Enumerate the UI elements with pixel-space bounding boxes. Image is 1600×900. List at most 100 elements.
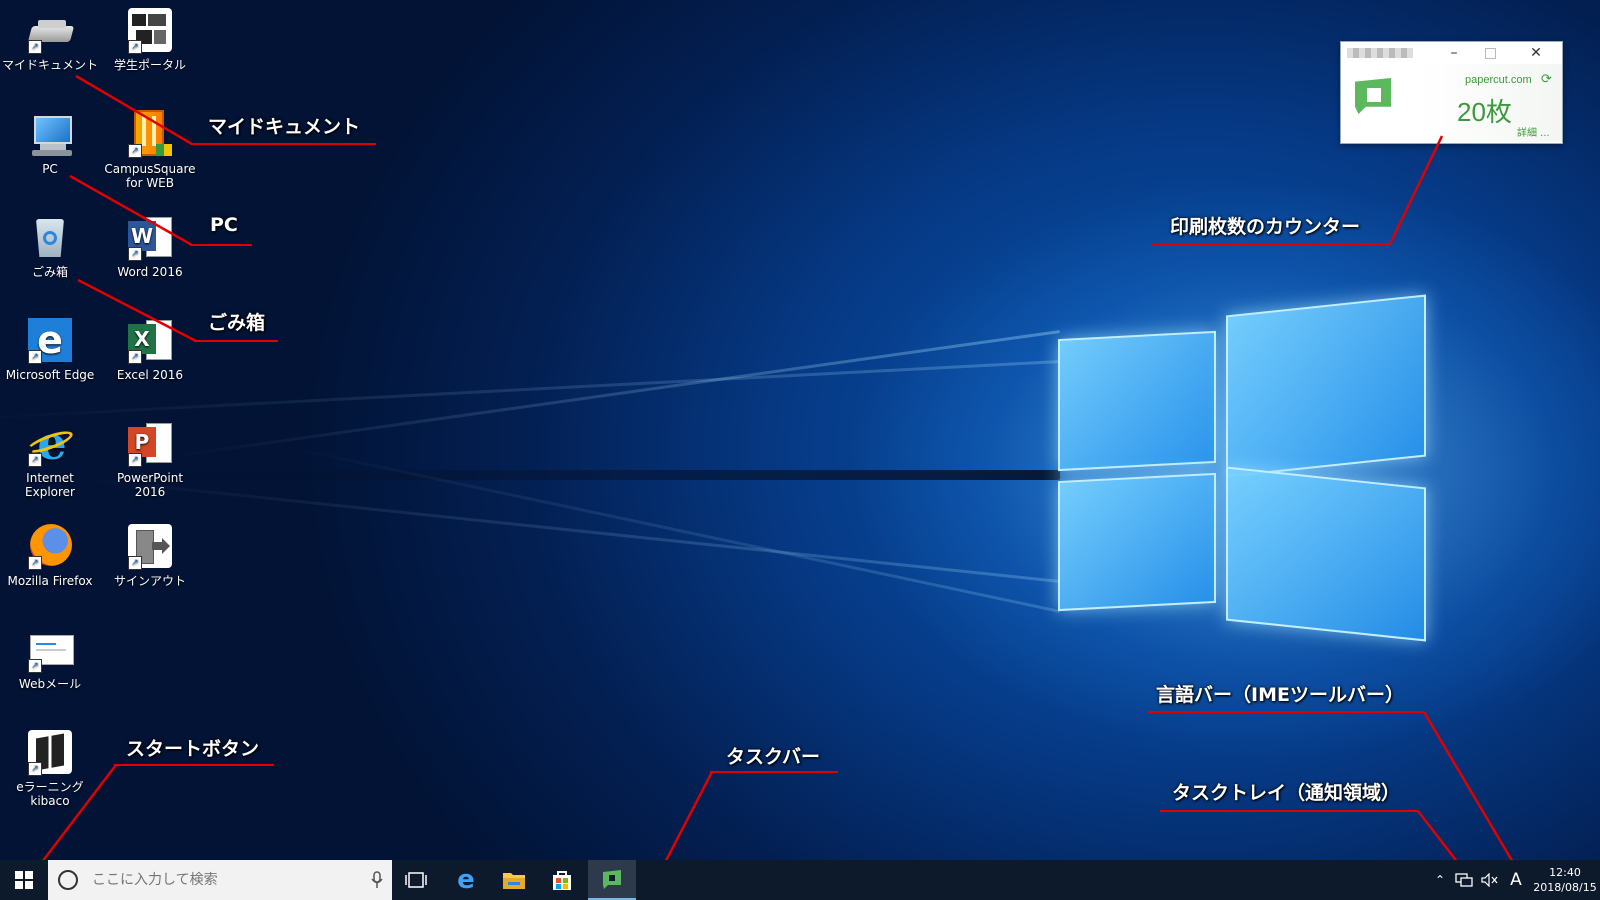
close-icon[interactable]: ✕ bbox=[1521, 42, 1551, 64]
desktop-icon-label: ごみ箱 bbox=[31, 265, 68, 279]
network-icon bbox=[1455, 873, 1473, 887]
desktop-icon-label: 学生ポータル bbox=[113, 58, 186, 72]
campussquare-icon: ↗ bbox=[126, 110, 174, 158]
drive-icon: ↗ bbox=[26, 6, 75, 54]
ime-mode-indicator[interactable]: A bbox=[1504, 860, 1528, 900]
papercut-titlebar: – ✕ bbox=[1341, 42, 1562, 64]
task-view-icon bbox=[405, 872, 427, 888]
annotation-recycle-bin: ごみ箱 bbox=[208, 312, 266, 334]
kibaco-icon: ↗ bbox=[26, 728, 74, 776]
clock-time: 12:40 bbox=[1549, 866, 1581, 879]
papercut-logo-inner bbox=[1367, 88, 1381, 102]
annotation-underline bbox=[190, 244, 252, 246]
word-icon: W ↗ bbox=[126, 213, 174, 261]
light-beam bbox=[168, 330, 1061, 459]
taskbar-papercut-button[interactable] bbox=[588, 860, 636, 900]
network-tray-button[interactable] bbox=[1452, 860, 1476, 900]
desktop-icon-label: マイドキュメント bbox=[1, 58, 98, 72]
desktop-icon-label: Webメール bbox=[18, 677, 82, 691]
papercut-page-count: 20枚 bbox=[1457, 97, 1512, 127]
clock-date: 2018/08/15 bbox=[1533, 881, 1597, 894]
desktop-icon-word[interactable]: W ↗ Word 2016 bbox=[100, 213, 200, 279]
desktop-icon-student-portal[interactable]: ↗ 学生ポータル bbox=[100, 6, 200, 72]
taskbar-edge-button[interactable]: e bbox=[442, 860, 490, 900]
windows-logo-pane bbox=[1226, 466, 1426, 642]
volume-tray-button[interactable] bbox=[1478, 860, 1502, 900]
desktop-icon-label: Internet Explorer bbox=[25, 471, 75, 499]
annotation-start-button: スタートボタン bbox=[126, 738, 260, 760]
desktop-icon-label: Excel 2016 bbox=[116, 368, 184, 382]
microphone-icon[interactable] bbox=[370, 871, 384, 889]
annotation-underline bbox=[710, 771, 838, 773]
firefox-icon: ↗ bbox=[26, 522, 74, 570]
taskbar-file-explorer-button[interactable] bbox=[490, 860, 538, 900]
internet-explorer-icon: e ↗ bbox=[25, 419, 75, 467]
annotation-underline bbox=[190, 143, 376, 145]
chevron-up-icon: ⌃ bbox=[1434, 873, 1446, 887]
edge-icon: e bbox=[457, 865, 475, 895]
show-hidden-icons-button[interactable]: ⌃ bbox=[1430, 860, 1450, 900]
student-portal-icon: ↗ bbox=[126, 6, 174, 54]
annotation-underline bbox=[114, 764, 274, 766]
desktop-icon-excel[interactable]: X ↗ Excel 2016 bbox=[100, 316, 200, 382]
papercut-print-counter-window[interactable]: – ✕ papercut.com ⟳ 20枚 詳細 ... bbox=[1340, 41, 1563, 144]
desktop-icon-label: サインアウト bbox=[113, 574, 186, 588]
computer-icon bbox=[26, 110, 74, 158]
folder-icon bbox=[503, 873, 525, 889]
windows-logo-icon bbox=[15, 871, 33, 889]
desktop-icon-kibaco[interactable]: ↗ eラーニングkibaco bbox=[0, 728, 100, 808]
papercut-details-link[interactable]: 詳細 ... bbox=[1517, 124, 1550, 139]
clock[interactable]: 12:40 2018/08/15 bbox=[1530, 860, 1600, 900]
annotation-underline bbox=[1160, 810, 1418, 812]
papercut-domain: papercut.com bbox=[1465, 74, 1532, 86]
desktop-icon-signout[interactable]: ↗ サインアウト bbox=[100, 522, 200, 588]
annotation-pc: PC bbox=[210, 214, 238, 236]
desktop-icon-label: eラーニングkibaco bbox=[16, 780, 84, 808]
desktop-icon-my-documents[interactable]: ↗ マイドキュメント bbox=[0, 6, 100, 72]
desktop-icon-ie[interactable]: e ↗ Internet Explorer bbox=[0, 419, 100, 499]
light-beam bbox=[60, 470, 1060, 480]
taskbar[interactable]: e ⌃ bbox=[0, 860, 1600, 900]
annotation-language-bar: 言語バー（IMEツールバー） bbox=[1156, 684, 1404, 706]
desktop-icon-label: Mozilla Firefox bbox=[7, 574, 93, 588]
mail-icon: ↗ bbox=[26, 625, 74, 673]
desktop-icon-edge[interactable]: e ↗ Microsoft Edge bbox=[0, 316, 100, 382]
annotation-task-tray: タスクトレイ（通知領域） bbox=[1172, 782, 1401, 804]
edge-icon: e ↗ bbox=[26, 316, 74, 364]
papercut-icon bbox=[603, 870, 621, 889]
desktop-wallpaper: ↗ マイドキュメント PC ごみ箱 e ↗ Microsoft Edge e ↗ bbox=[0, 0, 1600, 860]
windows-logo-pane bbox=[1058, 472, 1216, 612]
search-box[interactable] bbox=[48, 860, 392, 900]
desktop-icon-label: PowerPoint 2016 bbox=[116, 471, 184, 499]
annotation-taskbar: タスクバー bbox=[726, 746, 821, 768]
maximize-icon[interactable] bbox=[1475, 42, 1505, 64]
recycle-bin-icon bbox=[26, 213, 74, 261]
volume-muted-icon bbox=[1481, 873, 1498, 887]
desktop-icon-webmail[interactable]: ↗ Webメール bbox=[0, 625, 100, 691]
refresh-icon[interactable]: ⟳ bbox=[1541, 72, 1552, 87]
taskbar-store-button[interactable] bbox=[538, 860, 586, 900]
desktop-icon-powerpoint[interactable]: P ↗ PowerPoint 2016 bbox=[100, 419, 200, 499]
papercut-body: papercut.com ⟳ 20枚 詳細 ... bbox=[1341, 64, 1562, 142]
signout-icon: ↗ bbox=[126, 522, 174, 570]
desktop-icon-pc[interactable]: PC bbox=[0, 110, 100, 176]
desktop-icon-firefox[interactable]: ↗ Mozilla Firefox bbox=[0, 522, 100, 588]
desktop-icon-recycle-bin[interactable]: ごみ箱 bbox=[0, 213, 100, 279]
desktop-icon-label: PC bbox=[42, 162, 58, 176]
annotation-print-counter: 印刷枚数のカウンター bbox=[1170, 216, 1361, 238]
minimize-icon[interactable]: – bbox=[1439, 42, 1469, 64]
task-view-button[interactable] bbox=[392, 860, 440, 900]
annotation-underline bbox=[1148, 711, 1424, 713]
papercut-title-blur bbox=[1347, 48, 1413, 58]
store-bag-icon bbox=[553, 871, 571, 890]
start-button[interactable] bbox=[0, 860, 48, 900]
desktop-icon-label: Word 2016 bbox=[117, 265, 183, 279]
annotation-my-documents: マイドキュメント bbox=[208, 116, 361, 138]
desktop-icon-label: CampusSquare for WEB bbox=[104, 162, 196, 190]
light-beam bbox=[65, 475, 1061, 583]
annotation-underline bbox=[194, 340, 278, 342]
desktop-icon-campussquare[interactable]: ↗ CampusSquare for WEB bbox=[100, 110, 200, 190]
cortana-circle-icon bbox=[58, 870, 78, 890]
search-input[interactable] bbox=[90, 871, 364, 889]
excel-icon: X ↗ bbox=[126, 316, 174, 364]
